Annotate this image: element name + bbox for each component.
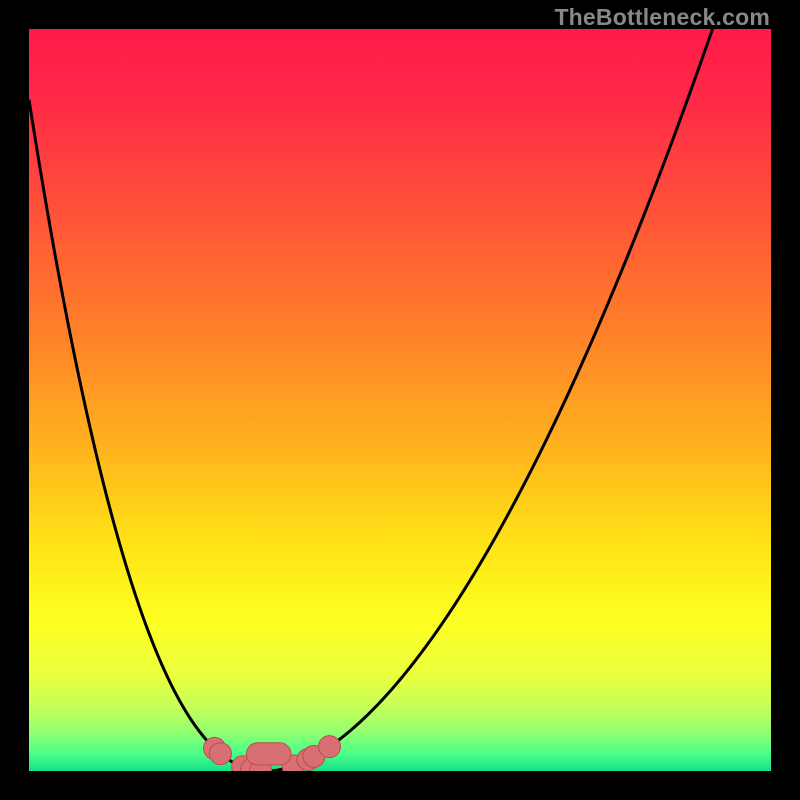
curve-marker — [319, 736, 341, 758]
chart-frame: TheBottleneck.com — [0, 0, 800, 800]
trough-capsule — [246, 743, 291, 765]
marker-layer — [29, 29, 771, 771]
curve-marker — [209, 743, 231, 765]
plot-area — [29, 29, 771, 771]
watermark-text: TheBottleneck.com — [554, 4, 770, 31]
